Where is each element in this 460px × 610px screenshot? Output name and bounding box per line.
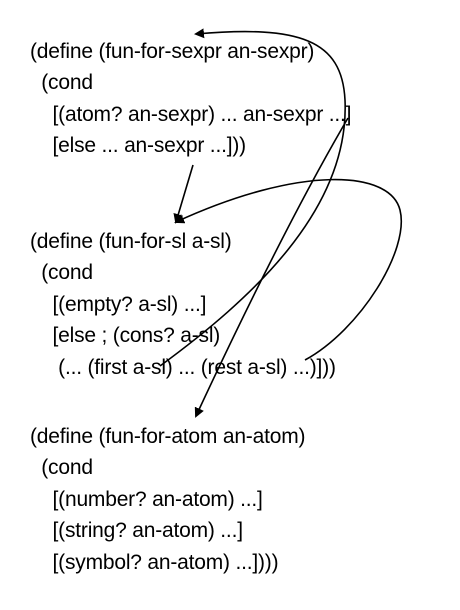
sl-cond-line: (cond: [30, 261, 93, 284]
atom-string-clause: [(string? an-atom) ...]: [30, 519, 244, 542]
atom-symbol-clause: [(symbol? an-atom) ...]))): [30, 551, 279, 574]
atom-cond-line: (cond: [30, 456, 93, 479]
sl-first-rest-line: (... (first a-sl) ... (rest a-sl) ...)])…: [30, 356, 336, 379]
atom-define-line: (define (fun-for-atom an-atom): [30, 425, 306, 448]
sl-define-line: (define (fun-for-sl a-sl): [30, 230, 232, 253]
sexpr-else-clause: [else ... an-sexpr ...])): [30, 134, 247, 157]
arrow-else-to-sl: [173, 164, 194, 224]
sexpr-cond-line: (cond: [30, 71, 93, 94]
sexpr-atom-clause: [(atom? an-sexpr) ... an-sexpr ...]: [30, 103, 352, 126]
atom-number-clause: [(number? an-atom) ...]: [30, 488, 263, 511]
code-diagram: (define (fun-for-sexpr an-sexpr) (cond […: [0, 0, 460, 610]
sexpr-define-line: (define (fun-for-sexpr an-sexpr): [30, 40, 315, 63]
sl-else-clause: [else ; (cons? a-sl): [30, 324, 221, 347]
sl-empty-clause: [(empty? a-sl) ...]: [30, 293, 207, 316]
